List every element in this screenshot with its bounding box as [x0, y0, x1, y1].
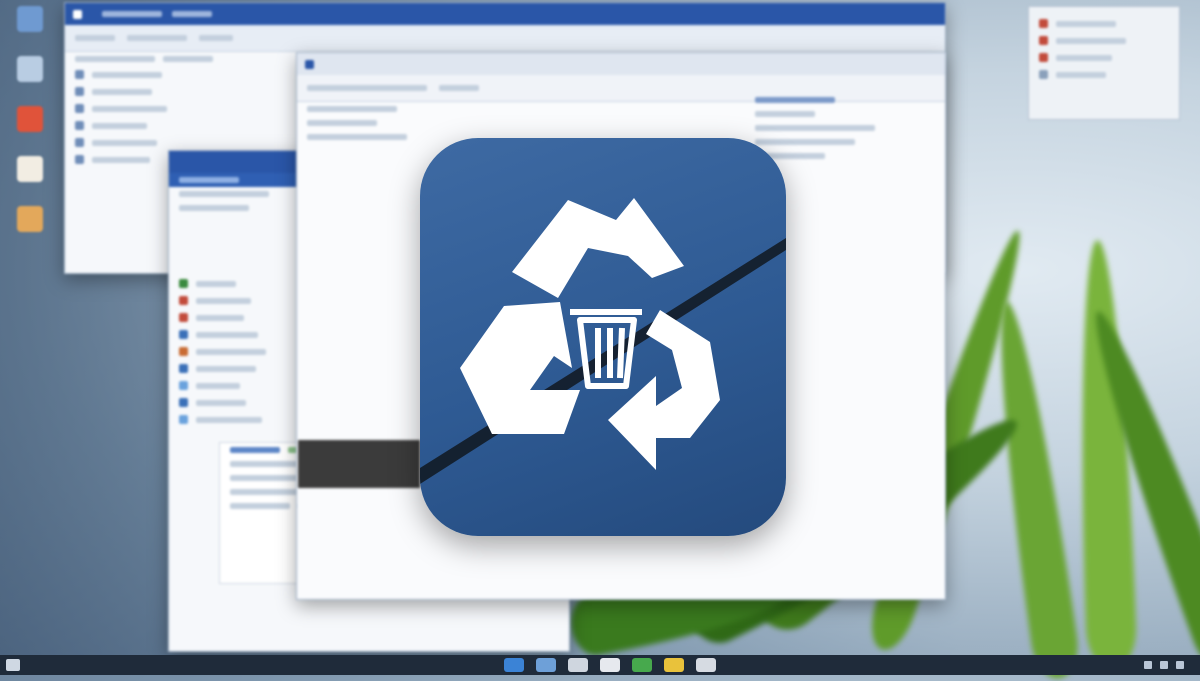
back-window-titlebar[interactable]: [65, 3, 945, 25]
media-preview: [298, 440, 420, 488]
start-button[interactable]: [6, 659, 20, 671]
desktop-icon-5[interactable]: [8, 206, 52, 232]
wifi-icon[interactable]: [1144, 661, 1152, 669]
desktop-icon-2[interactable]: [8, 56, 52, 82]
front-window-titlebar[interactable]: [297, 53, 945, 75]
taskbar-app-7[interactable]: [696, 658, 716, 672]
taskbar-app-5[interactable]: [632, 658, 652, 672]
taskbar-app-1[interactable]: [504, 658, 524, 672]
recycle-arrow-top: [512, 198, 684, 298]
taskbar-apps: [20, 658, 1200, 672]
notifications-widget: [1028, 6, 1180, 120]
recycle-symbol-icon: [420, 198, 786, 484]
taskbar-app-4[interactable]: [600, 658, 620, 672]
system-tray: [1144, 655, 1192, 675]
taskbar: [0, 655, 1200, 675]
app-icon: [73, 9, 82, 19]
volume-icon[interactable]: [1160, 661, 1168, 669]
desktop-icons: [8, 6, 52, 256]
recycle-bin-app-icon[interactable]: [420, 138, 786, 536]
ribbon-toolbar: [65, 25, 945, 52]
battery-icon[interactable]: [1176, 661, 1184, 669]
app-icon: [305, 59, 314, 69]
taskbar-app-2[interactable]: [536, 658, 556, 672]
recycle-arrow-right: [608, 310, 720, 470]
taskbar-app-6[interactable]: [664, 658, 684, 672]
desktop-icon-4[interactable]: [8, 156, 52, 182]
desktop-icon-1[interactable]: [8, 6, 52, 32]
taskbar-app-3[interactable]: [568, 658, 588, 672]
recycle-arrow-left: [460, 302, 580, 434]
desktop-icon-3[interactable]: [8, 106, 52, 132]
